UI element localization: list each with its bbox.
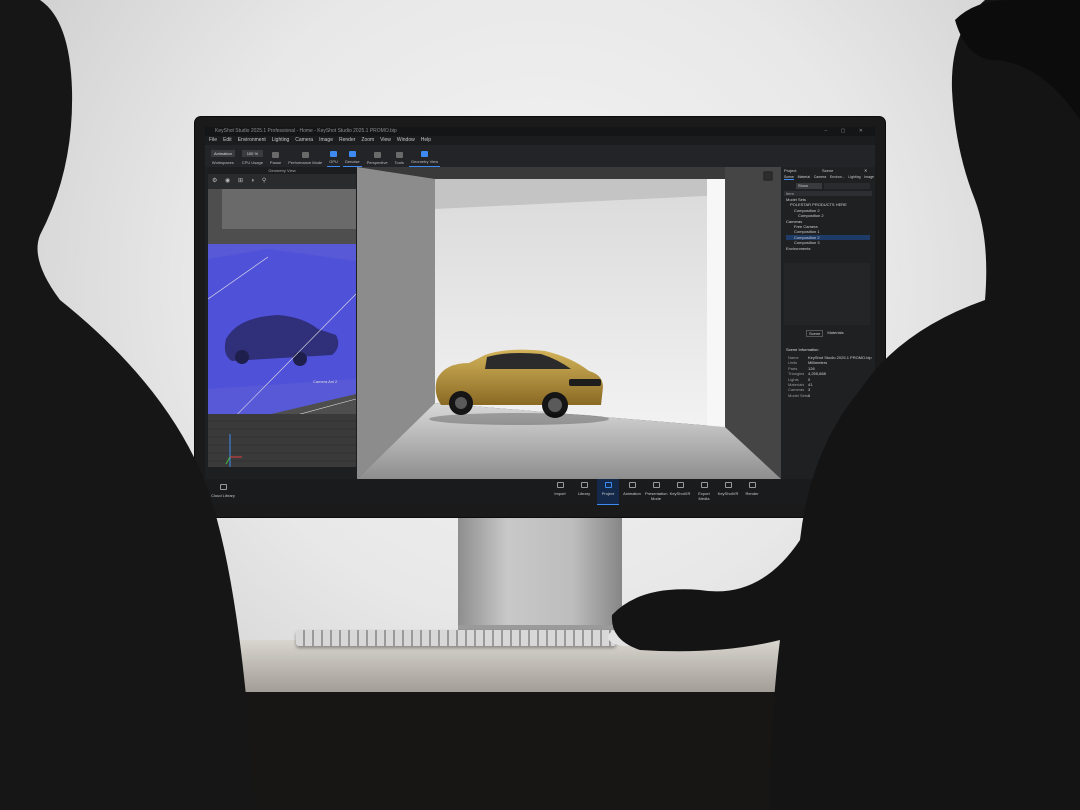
right-person	[611, 0, 1080, 810]
left-person	[0, 0, 255, 810]
people-silhouettes	[0, 0, 1080, 810]
